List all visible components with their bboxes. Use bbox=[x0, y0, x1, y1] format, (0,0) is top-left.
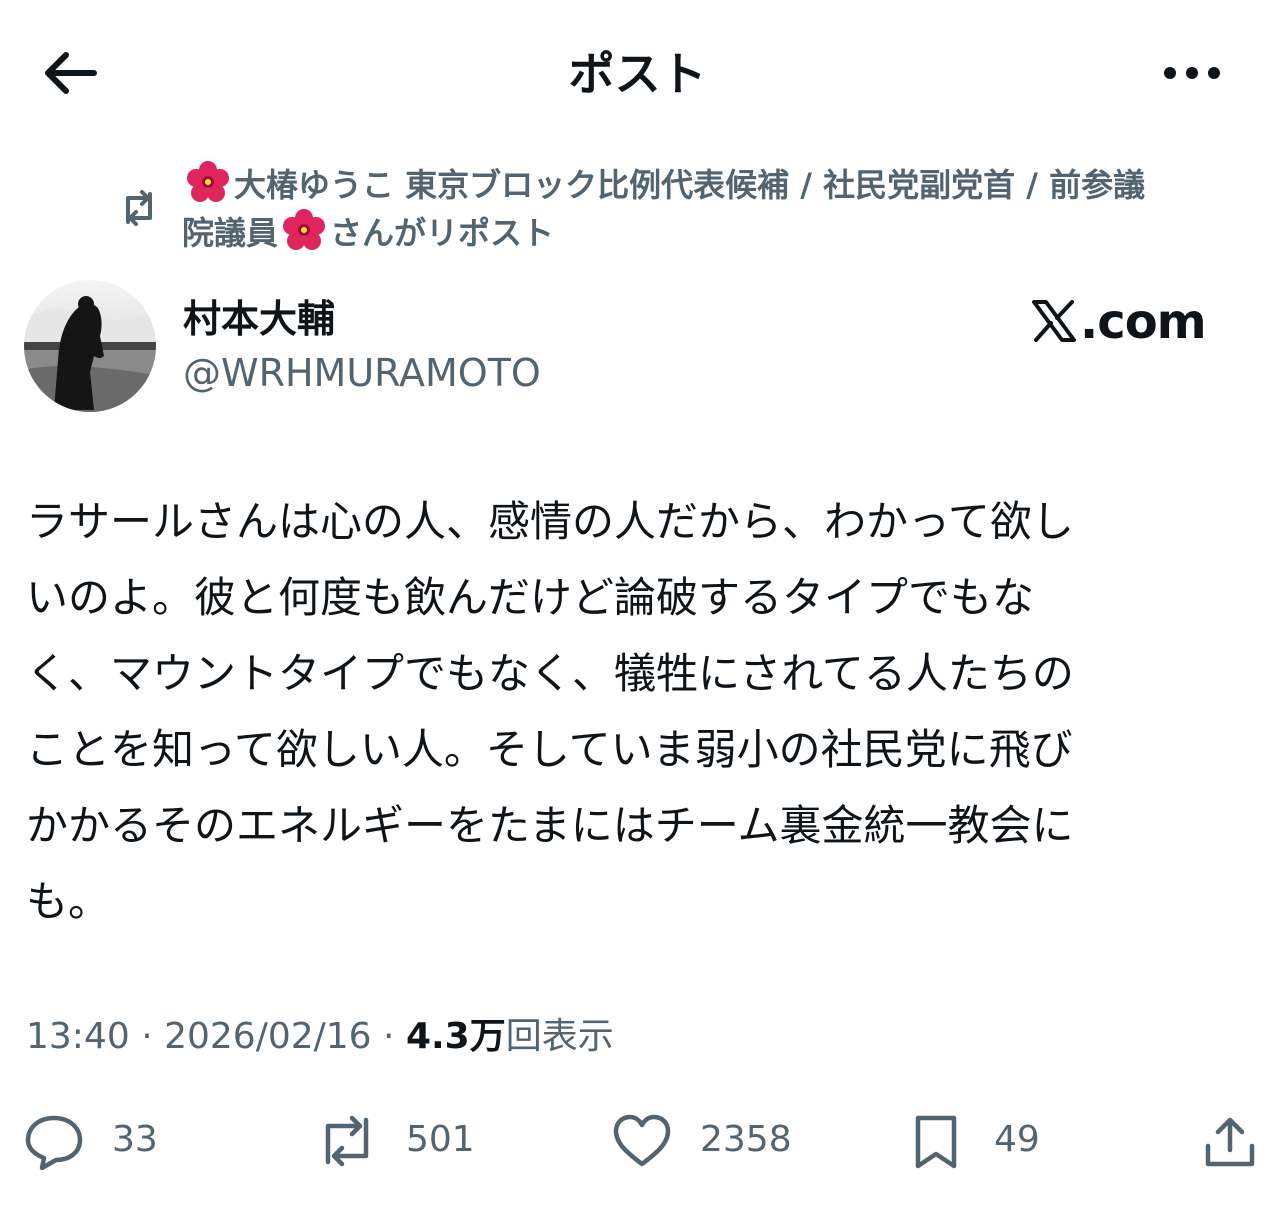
meta-separator: · bbox=[129, 1016, 165, 1057]
post-line: かかるそのエネルギーをたまにはチーム裏金統一教会に bbox=[26, 801, 1074, 850]
repost-name-part1: 大椿ゆうこ 東京ブロック比例代表候補 / 社民党副党首 / 前参議 bbox=[234, 166, 1146, 204]
like-button[interactable]: 2358 bbox=[612, 1108, 812, 1168]
heart-icon bbox=[613, 1114, 671, 1167]
repost-name-part2: 院議員 bbox=[182, 214, 279, 252]
reply-icon bbox=[25, 1115, 83, 1170]
bookmark-button[interactable]: 49 bbox=[912, 1108, 1062, 1169]
page-title: ポスト bbox=[568, 47, 707, 101]
repost-icon bbox=[126, 190, 152, 226]
bookmark-icon bbox=[915, 1115, 957, 1169]
x-logo-icon bbox=[1032, 300, 1076, 342]
reply-count: 33 bbox=[112, 1119, 158, 1160]
reply-button[interactable]: 33 bbox=[24, 1108, 174, 1170]
author-name[interactable]: 村本大輔 bbox=[183, 294, 335, 344]
author-handle[interactable]: @WRHMURAMOTO bbox=[183, 348, 541, 398]
hibiscus-emoji-icon bbox=[187, 161, 229, 202]
avatar-photo-icon bbox=[24, 280, 156, 412]
post-line: ラサールさんは心の人、感情の人だから、わかって欲し bbox=[26, 497, 1074, 546]
more-button[interactable] bbox=[1160, 55, 1224, 91]
repost-text: 大椿ゆうこ 東京ブロック比例代表候補 / 社民党副党首 / 前参議 院議員 さん… bbox=[182, 160, 1262, 256]
repost-button[interactable]: 501 bbox=[314, 1108, 484, 1168]
post-line: も。 bbox=[26, 877, 111, 926]
post-time[interactable]: 13:40 bbox=[26, 1016, 130, 1057]
share-button[interactable] bbox=[1202, 1108, 1258, 1168]
brand-watermark: .com bbox=[1080, 294, 1207, 350]
repost-action-icon bbox=[325, 1115, 369, 1167]
hibiscus-emoji-icon bbox=[283, 209, 326, 250]
top-bar: ポスト bbox=[0, 0, 1275, 150]
views-count: 4.3万 bbox=[405, 1016, 506, 1057]
post-meta: 13:40 · 2026/02/16 · 4.3万回表示 bbox=[26, 1010, 614, 1064]
repost-suffix: さんがリポスト bbox=[330, 214, 555, 252]
post-line: いのよ。彼と何度も飲んだけど論破するタイプでもな bbox=[26, 573, 1035, 622]
post-date[interactable]: 2026/02/16 bbox=[164, 1016, 372, 1057]
post-line: ことを知って欲しい人。そしていま弱小の社民党に飛び bbox=[26, 725, 1073, 774]
action-bar: 33 501 2358 49 bbox=[0, 1100, 1275, 1180]
bookmark-count: 49 bbox=[994, 1119, 1040, 1160]
post-line: く、マウントタイプでもなく、犠牲にされてる人たちの bbox=[26, 649, 1074, 698]
repost-attribution[interactable]: 大椿ゆうこ 東京ブロック比例代表候補 / 社民党副党首 / 前参議 院議員 さん… bbox=[110, 160, 1260, 260]
meta-separator: · bbox=[371, 1016, 406, 1057]
share-icon bbox=[1205, 1117, 1255, 1167]
avatar[interactable] bbox=[24, 280, 156, 412]
repost-count: 501 bbox=[406, 1119, 475, 1160]
like-count: 2358 bbox=[700, 1119, 792, 1160]
post-text: ラサールさんは心の人、感情の人だから、わかって欲し いのよ。彼と何度も飲んだけど… bbox=[26, 484, 1226, 940]
views-label: 回表示 bbox=[505, 1016, 614, 1057]
more-horizontal-icon bbox=[1164, 67, 1220, 79]
